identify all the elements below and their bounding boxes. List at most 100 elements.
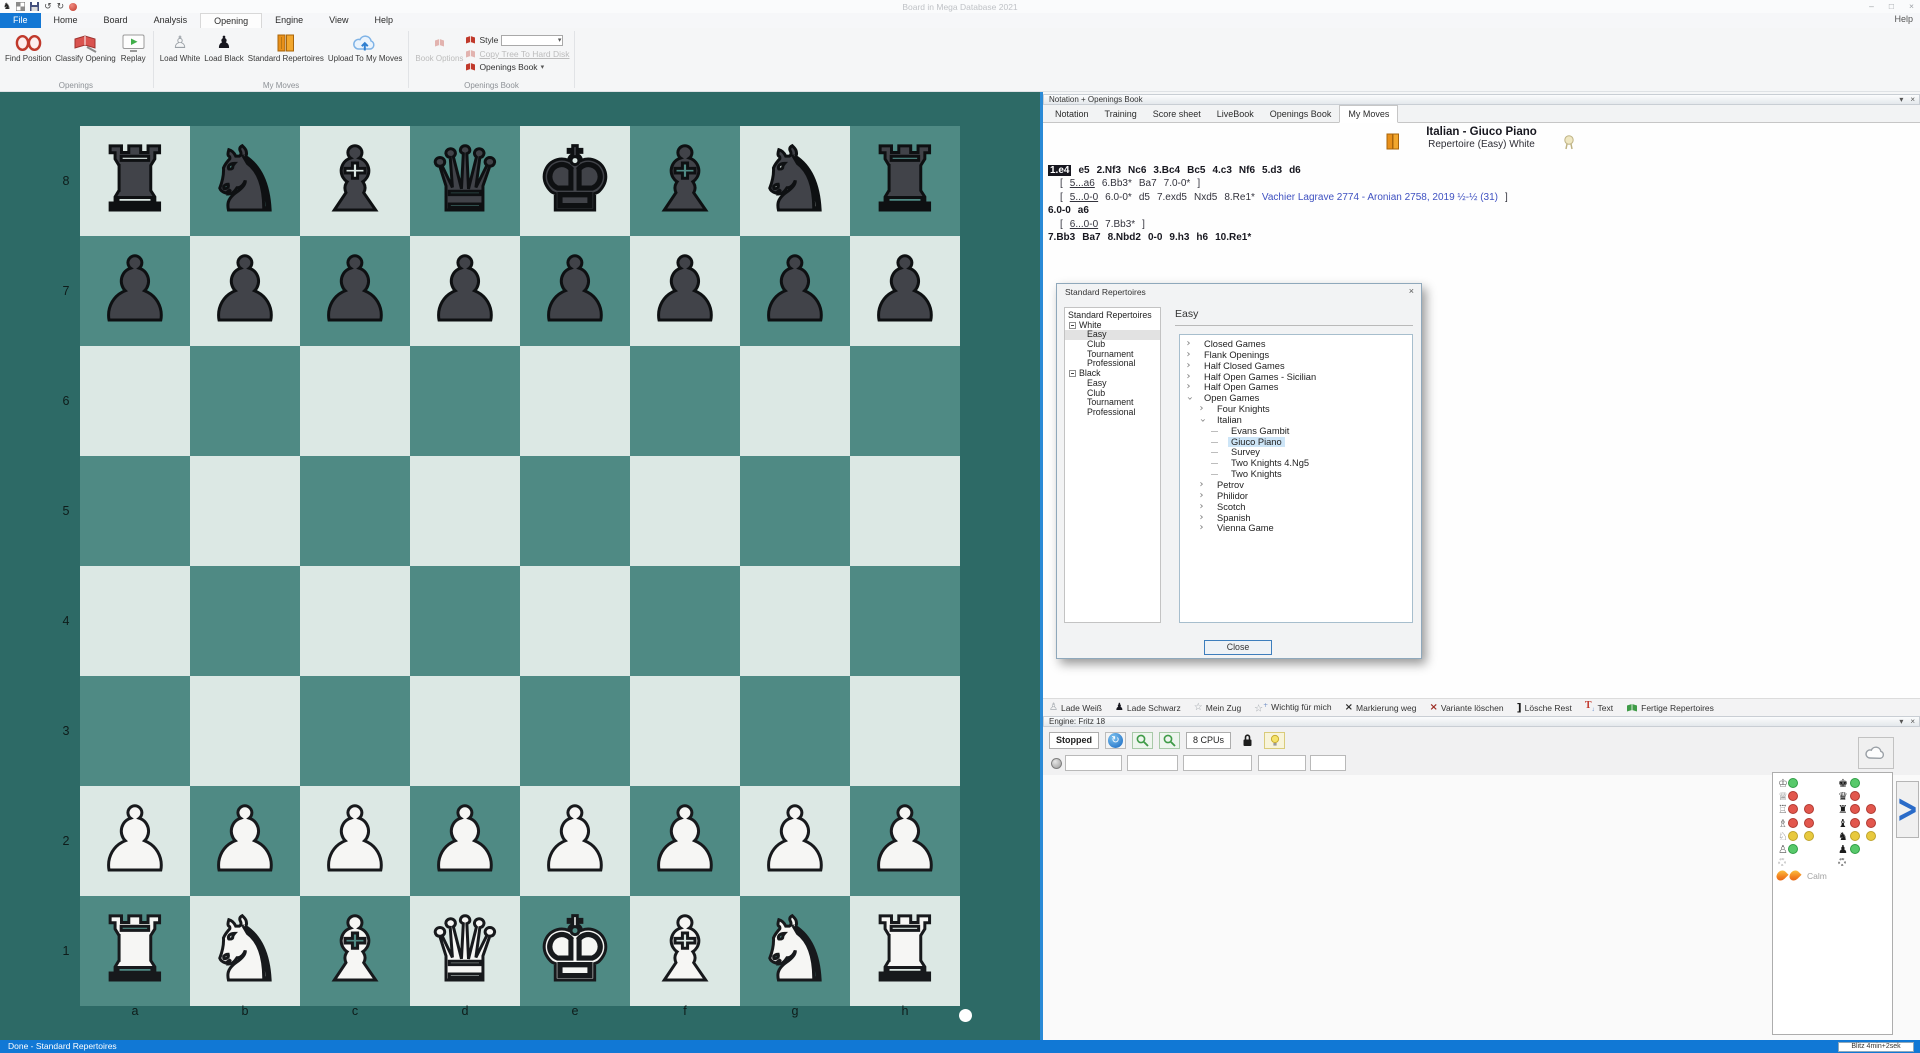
square-a2[interactable]: ♟ <box>80 786 190 896</box>
square-g2[interactable]: ♟ <box>740 786 850 896</box>
menu-tab-view[interactable]: View <box>316 13 361 28</box>
panel-close-icon[interactable]: × <box>1910 95 1915 105</box>
tree-item-scotch[interactable]: ›Scotch <box>1180 502 1412 513</box>
move-token[interactable]: 6.0-0* <box>1105 192 1132 203</box>
square-b7[interactable]: ♟ <box>190 236 300 346</box>
tree-item-evans-gambit[interactable]: Evans Gambit <box>1180 426 1412 437</box>
square-g5[interactable] <box>740 456 850 566</box>
menu-tab-board[interactable]: Board <box>91 13 141 28</box>
move-token[interactable]: [ <box>1060 219 1063 230</box>
panel-collapse-icon[interactable]: ▾ <box>1899 717 1903 727</box>
tab-openings-book[interactable]: Openings Book <box>1262 106 1340 122</box>
move-token[interactable]: d5 <box>1139 192 1150 203</box>
engine-field-3[interactable] <box>1183 755 1252 771</box>
square-a6[interactable] <box>80 346 190 456</box>
square-g3[interactable] <box>740 676 850 786</box>
ribbon-button-find-position[interactable]: Find Position <box>3 31 53 64</box>
square-d4[interactable] <box>410 566 520 676</box>
ribbon-button-classify-opening[interactable]: Classify Opening <box>53 31 117 64</box>
move-token[interactable]: 6.Bb3* <box>1102 178 1132 189</box>
square-b6[interactable] <box>190 346 300 456</box>
square-e6[interactable] <box>520 346 630 456</box>
tree-item-white[interactable]: White <box>1065 321 1160 331</box>
move-token[interactable]: 7.0-0* <box>1164 178 1191 189</box>
ribbon-button-upload-to-my-moves[interactable]: Upload To My Moves <box>326 31 405 64</box>
square-f6[interactable] <box>630 346 740 456</box>
move-token[interactable]: h6 <box>1196 232 1208 243</box>
menu-tab-help[interactable]: Help <box>362 13 407 28</box>
square-g6[interactable] <box>740 346 850 456</box>
move-token[interactable]: d6 <box>1289 165 1301 176</box>
square-b8[interactable]: ♞ <box>190 126 300 236</box>
engine-field-5[interactable] <box>1310 755 1346 771</box>
square-b2[interactable]: ♟ <box>190 786 300 896</box>
move-token[interactable]: 5...a6 <box>1070 178 1095 189</box>
move-token[interactable]: Ba7 <box>1139 178 1157 189</box>
move-token[interactable]: e5 <box>1078 165 1089 176</box>
move-token[interactable]: ] <box>1142 219 1145 230</box>
square-e4[interactable] <box>520 566 630 676</box>
expand-panel-button[interactable]: > <box>1896 781 1919 838</box>
menu-tab-file[interactable]: File <box>0 13 41 28</box>
toolbar-button-text[interactable]: T↓Text <box>1585 701 1613 715</box>
square-e8[interactable]: ♚ <box>520 126 630 236</box>
square-d3[interactable] <box>410 676 520 786</box>
chevron-right-icon[interactable]: › <box>1197 523 1206 534</box>
square-b1[interactable]: ♞ <box>190 896 300 1006</box>
menu-tab-analysis[interactable]: Analysis <box>141 13 201 28</box>
tree-item-black[interactable]: Black <box>1065 369 1160 379</box>
square-a5[interactable] <box>80 456 190 566</box>
ribbon-button-load-white[interactable]: ♙Load White <box>158 31 202 64</box>
square-c2[interactable]: ♟ <box>300 786 410 896</box>
move-token[interactable]: 3.Bc4 <box>1153 165 1180 176</box>
chevron-right-icon[interactable]: › <box>1197 502 1206 513</box>
square-g1[interactable]: ♞ <box>740 896 850 1006</box>
move-token[interactable]: 0-0 <box>1148 232 1162 243</box>
engine-restart-button[interactable]: ↻ <box>1105 732 1126 749</box>
tree-item-petrov[interactable]: ›Petrov <box>1180 480 1412 491</box>
square-a1[interactable]: ♜ <box>80 896 190 1006</box>
help-link[interactable]: Help <box>1894 14 1913 24</box>
square-f4[interactable] <box>630 566 740 676</box>
tree-item-italian[interactable]: ›Italian <box>1180 415 1412 426</box>
move-token[interactable]: 7.Bb3 <box>1048 232 1075 243</box>
deep-analysis-button[interactable] <box>1132 732 1153 749</box>
collapse-expander-icon[interactable] <box>1069 370 1076 377</box>
cpu-count-button[interactable]: 8 CPUs <box>1186 732 1231 749</box>
alarm-button[interactable] <box>1264 732 1285 749</box>
square-e3[interactable] <box>520 676 630 786</box>
engine-stop-button[interactable]: Stopped <box>1049 732 1099 749</box>
minimize-icon[interactable]: – <box>1869 1 1874 11</box>
move-token[interactable]: ] <box>1505 192 1508 203</box>
openings-book-button[interactable]: Openings Book▾ <box>465 61 569 73</box>
menu-tab-engine[interactable]: Engine <box>262 13 316 28</box>
chevron-right-icon[interactable]: › <box>1197 404 1206 415</box>
ribbon-button-replay[interactable]: Replay <box>118 31 149 64</box>
maximize-icon[interactable]: □ <box>1889 1 1894 11</box>
engine-field-1[interactable] <box>1065 755 1122 771</box>
tree-item-survey[interactable]: Survey <box>1180 447 1412 458</box>
engine-cloud-button[interactable] <box>1858 737 1894 769</box>
square-h2[interactable]: ♟ <box>850 786 960 896</box>
square-d2[interactable]: ♟ <box>410 786 520 896</box>
square-g4[interactable] <box>740 566 850 676</box>
move-token[interactable]: 4.c3 <box>1212 165 1231 176</box>
square-a8[interactable]: ♜ <box>80 126 190 236</box>
square-e5[interactable] <box>520 456 630 566</box>
square-f7[interactable]: ♟ <box>630 236 740 346</box>
square-e2[interactable]: ♟ <box>520 786 630 896</box>
move-token[interactable]: [ <box>1060 192 1063 203</box>
move-token[interactable]: 6...0-0 <box>1070 219 1098 230</box>
square-c4[interactable] <box>300 566 410 676</box>
tree-item-vienna-game[interactable]: ›Vienna Game <box>1180 523 1412 534</box>
tree-item-philidor[interactable]: ›Philidor <box>1180 491 1412 502</box>
square-b5[interactable] <box>190 456 300 566</box>
square-h6[interactable] <box>850 346 960 456</box>
tree-item-giuco-piano[interactable]: Giuco Piano <box>1180 437 1412 448</box>
toolbar-button-lade-wei[interactable]: ♙Lade Weiß <box>1049 703 1102 713</box>
tree-item-flank-openings[interactable]: ›Flank Openings <box>1180 350 1412 361</box>
square-f1[interactable]: ♝ <box>630 896 740 1006</box>
square-g7[interactable]: ♟ <box>740 236 850 346</box>
square-h1[interactable]: ♜ <box>850 896 960 1006</box>
chevron-right-icon[interactable]: › <box>1197 491 1206 502</box>
